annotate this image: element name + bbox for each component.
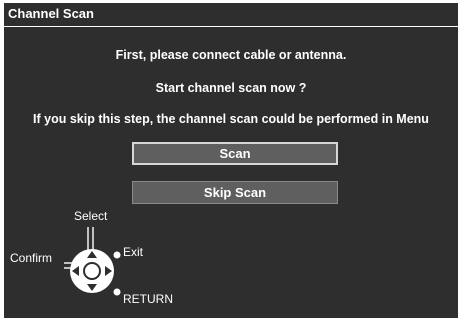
channel-scan-dialog: Channel Scan First, please connect cable… (4, 3, 458, 318)
confirm-label: Confirm (10, 251, 53, 265)
screen: Channel Scan First, please connect cable… (0, 0, 462, 321)
dpad-icon (70, 249, 114, 293)
remote-guide (64, 227, 121, 296)
return-label: RETURN (123, 292, 173, 306)
return-dot-icon (113, 288, 121, 296)
exit-dot-icon (113, 251, 121, 259)
exit-label: Exit (123, 245, 144, 259)
select-label: Select (74, 209, 108, 223)
